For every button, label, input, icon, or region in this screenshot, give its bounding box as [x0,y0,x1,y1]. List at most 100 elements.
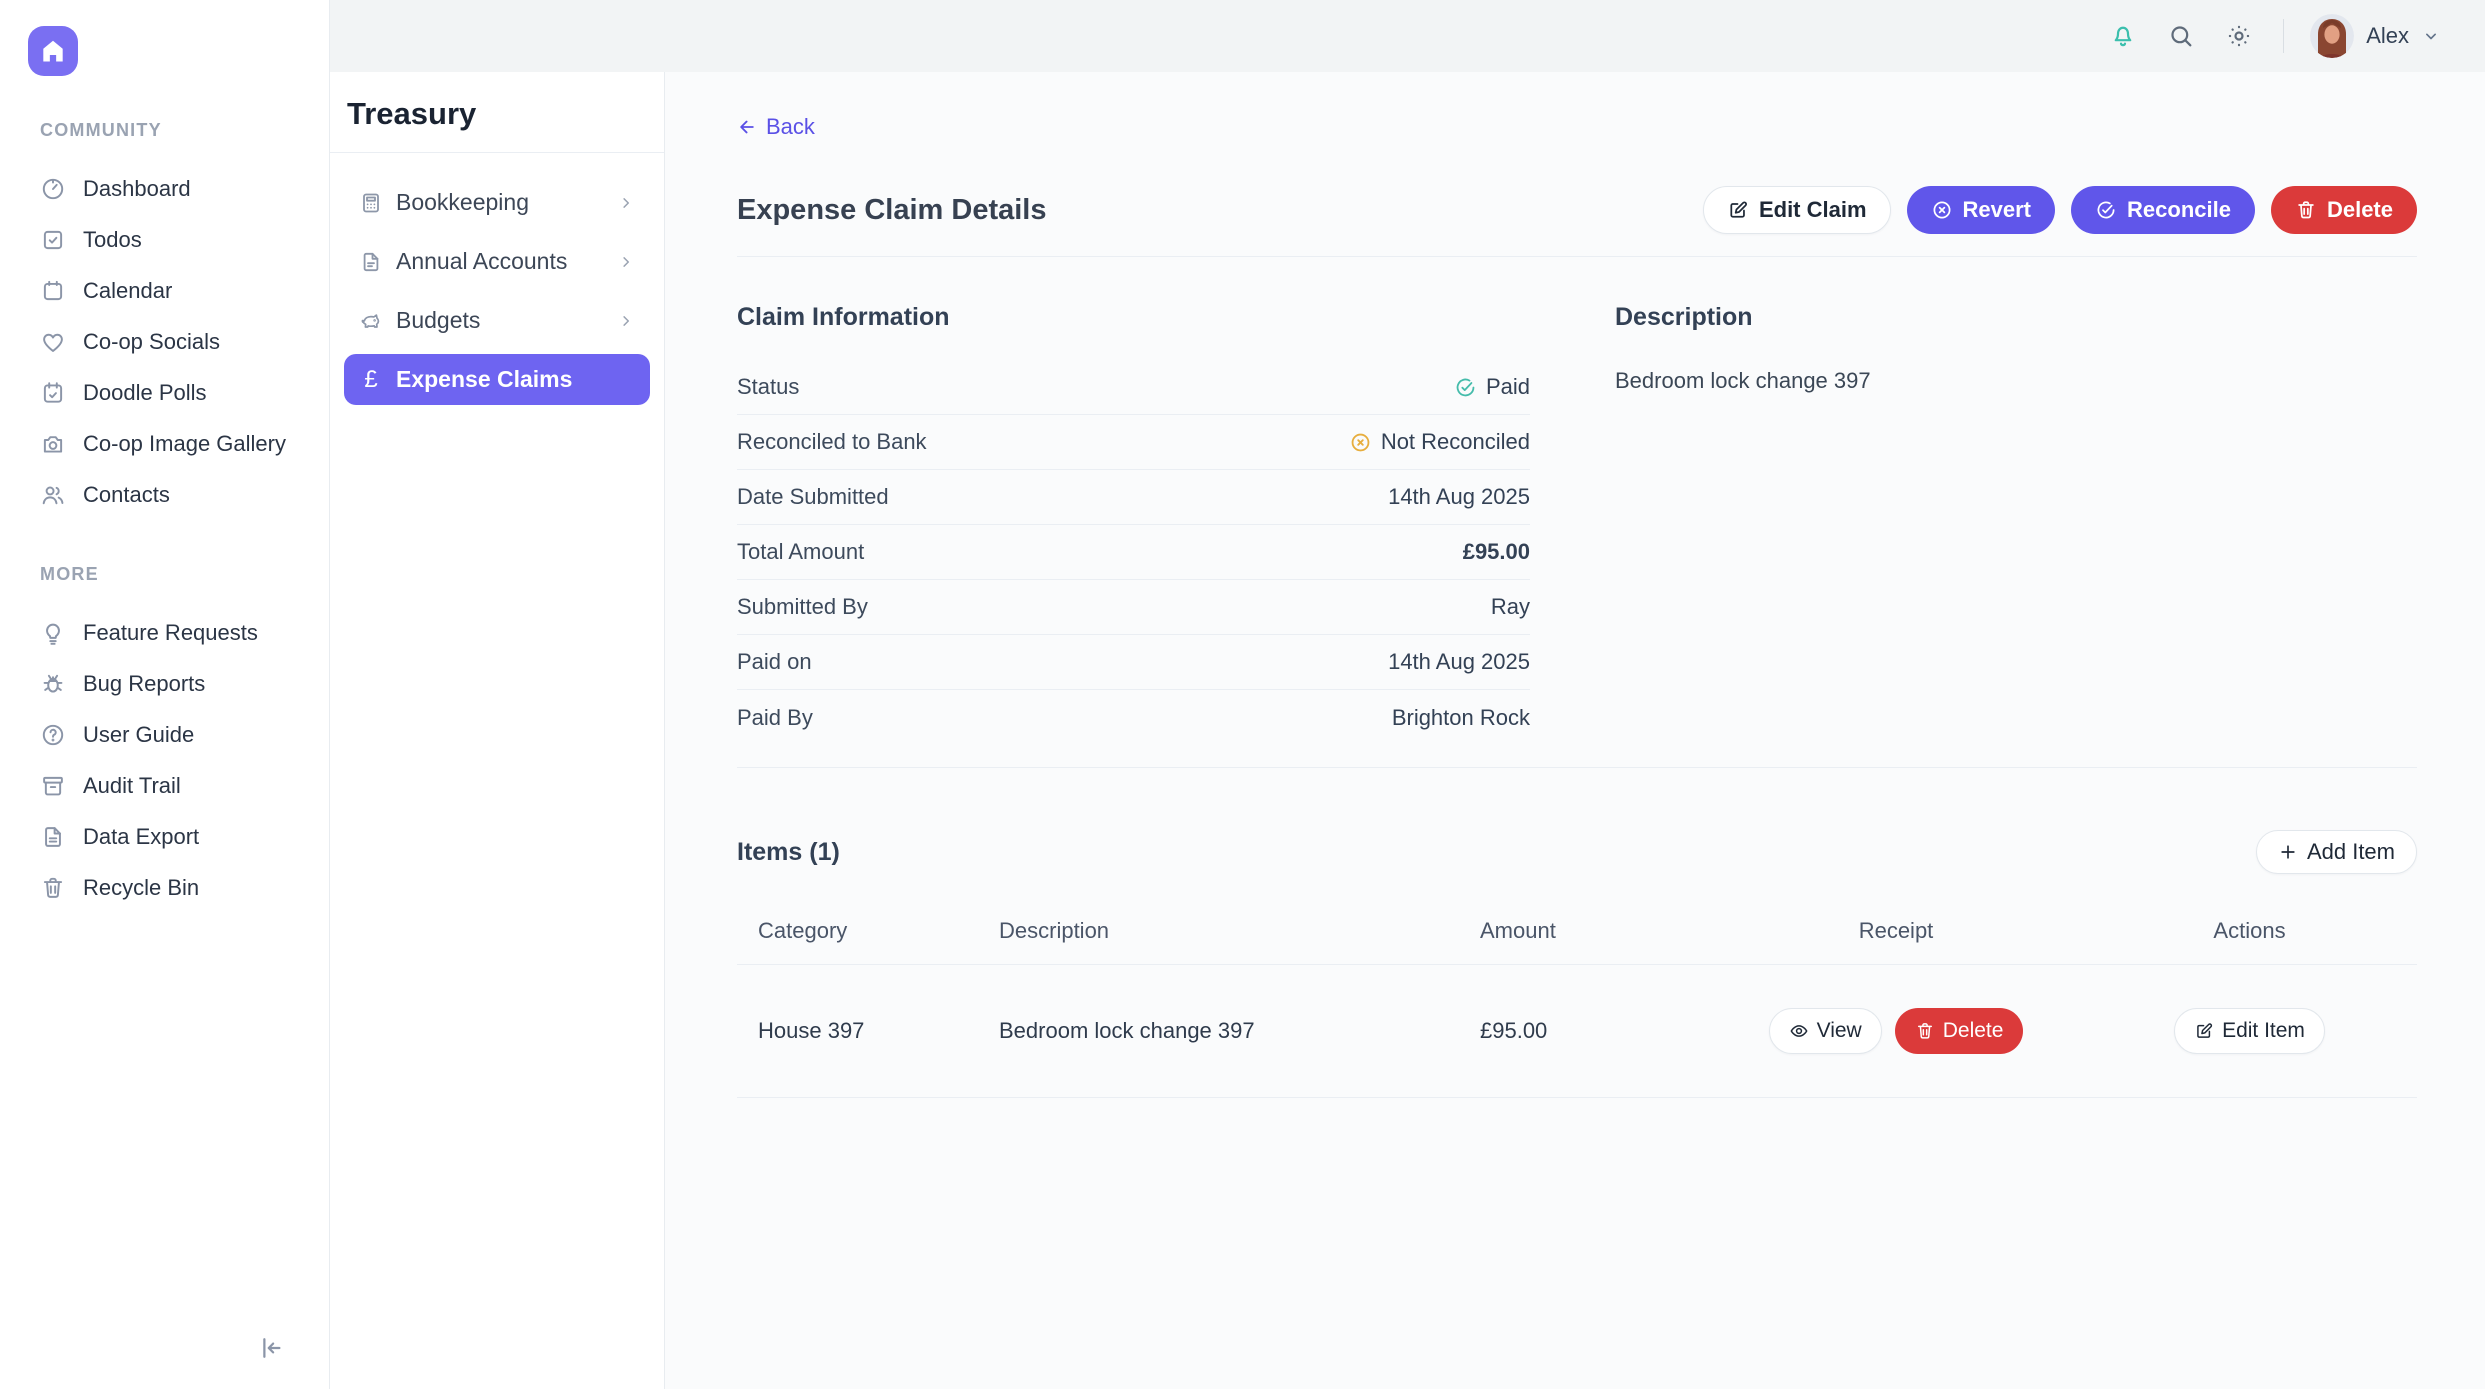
delete-item-label: Delete [1943,1019,2004,1043]
treasury-panel: Treasury Bookkeeping Annual Accounts Bud… [330,72,665,1389]
camera-icon [40,431,66,457]
sidebar-item-label: Recycle Bin [83,875,199,901]
claim-row-label: Date Submitted [737,484,889,510]
home-icon [39,37,67,65]
claim-row-value: £95.00 [1463,539,1530,565]
app-logo[interactable] [28,26,78,76]
col-header-category: Category [737,918,999,944]
check-circle-icon [1454,376,1477,399]
bell-icon[interactable] [2109,22,2137,50]
help-circle-icon [40,722,66,748]
calendar-icon [40,278,66,304]
piggy-bank-icon [359,309,383,333]
sidebar-item-bug-reports[interactable]: Bug Reports [0,658,329,709]
treasury-item-bookkeeping[interactable]: Bookkeeping [344,177,650,228]
cell-amount: £95.00 [1480,1018,1780,1044]
cell-category: House 397 [737,1018,999,1044]
claim-row-label: Total Amount [737,539,864,565]
treasury-item-budgets[interactable]: Budgets [344,295,650,346]
sidebar-item-label: Data Export [83,824,199,850]
sidebar-item-todos[interactable]: Todos [0,214,329,265]
bug-icon [40,671,66,697]
claim-row-value: 14th Aug 2025 [1388,649,1530,675]
claim-row-label: Status [737,374,799,400]
description-heading: Description [1615,303,2417,332]
search-icon[interactable] [2167,22,2195,50]
sidebar-item-dashboard[interactable]: Dashboard [0,163,329,214]
community-section-label: COMMUNITY [0,120,329,141]
claim-info-heading: Claim Information [737,303,1530,332]
claim-row-value: Paid [1486,374,1530,400]
sidebar-item-contacts[interactable]: Contacts [0,469,329,520]
add-item-button[interactable]: Add Item [2256,830,2417,874]
treasury-item-label: Annual Accounts [396,248,617,275]
people-icon [40,482,66,508]
claim-row-label: Paid By [737,705,813,731]
edit-item-button[interactable]: Edit Item [2174,1008,2325,1054]
claim-row-label: Paid on [737,649,812,675]
cell-description: Bedroom lock change 397 [999,1018,1480,1044]
sidebar-item-doodle-polls[interactable]: Doodle Polls [0,367,329,418]
brightness-icon[interactable] [2225,22,2253,50]
col-header-receipt: Receipt [1859,918,1934,944]
treasury-item-expense-claims[interactable]: £ Expense Claims [344,354,650,405]
add-item-label: Add Item [2307,839,2395,865]
back-link[interactable]: Back [737,114,815,140]
user-menu[interactable]: Alex [2310,14,2441,58]
col-header-amount: Amount [1480,918,1780,944]
sidebar-item-coop-socials[interactable]: Co-op Socials [0,316,329,367]
sidebar-item-label: Bug Reports [83,671,205,697]
sidebar-item-recycle-bin[interactable]: Recycle Bin [0,862,329,913]
edit-icon [1727,199,1749,221]
claim-row-paid-by: Paid By Brighton Rock [737,690,1530,745]
section-divider [737,767,2417,768]
avatar [2310,14,2354,58]
sidebar-item-label: Doodle Polls [83,380,207,406]
check-circle-icon [2095,199,2117,221]
col-header-description: Description [999,918,1480,944]
sidebar-item-data-export[interactable]: Data Export [0,811,329,862]
claim-row-value: Ray [1491,594,1530,620]
edit-item-label: Edit Item [2222,1019,2305,1043]
trash-icon [2295,199,2317,221]
treasury-item-label: Budgets [396,307,617,334]
sidebar-item-label: Co-op Image Gallery [83,431,286,457]
treasury-title: Treasury [330,96,664,152]
sidebar-item-label: Audit Trail [83,773,181,799]
page-title: Expense Claim Details [737,194,1046,227]
claim-row-date-submitted: Date Submitted 14th Aug 2025 [737,470,1530,525]
treasury-item-annual-accounts[interactable]: Annual Accounts [344,236,650,287]
lightbulb-icon [40,620,66,646]
claim-row-paid-on: Paid on 14th Aug 2025 [737,635,1530,690]
sidebar-item-label: User Guide [83,722,194,748]
delete-claim-button[interactable]: Delete [2271,186,2417,234]
main-content: Back Expense Claim Details Edit Claim Re… [665,72,2485,1389]
description-text: Bedroom lock change 397 [1615,368,2417,394]
view-receipt-button[interactable]: View [1769,1008,1882,1054]
sidebar-item-coop-image-gallery[interactable]: Co-op Image Gallery [0,418,329,469]
sidebar-item-calendar[interactable]: Calendar [0,265,329,316]
chevron-right-icon [617,312,635,330]
sidebar-item-feature-requests[interactable]: Feature Requests [0,607,329,658]
header-divider [737,256,2417,257]
heart-icon [40,329,66,355]
delete-claim-label: Delete [2327,197,2393,223]
delete-item-button[interactable]: Delete [1895,1008,2024,1054]
revert-label: Revert [1963,197,2031,223]
sidebar-collapse-button[interactable] [255,1333,285,1363]
sidebar-item-label: Todos [83,227,142,253]
revert-button[interactable]: Revert [1907,186,2055,234]
arrow-left-icon [737,117,757,137]
treasury-item-label: Bookkeeping [396,189,617,216]
back-label: Back [766,114,815,140]
edit-icon [2194,1021,2214,1041]
sidebar-item-audit-trail[interactable]: Audit Trail [0,760,329,811]
edit-claim-button[interactable]: Edit Claim [1703,186,1891,234]
poll-calendar-icon [40,380,66,406]
claim-row-value: Brighton Rock [1392,705,1530,731]
reconcile-button[interactable]: Reconcile [2071,186,2255,234]
description-section: Description Bedroom lock change 397 [1615,303,2417,745]
sidebar-item-user-guide[interactable]: User Guide [0,709,329,760]
sidebar-item-label: Feature Requests [83,620,258,646]
topbar: Alex [330,0,2485,72]
